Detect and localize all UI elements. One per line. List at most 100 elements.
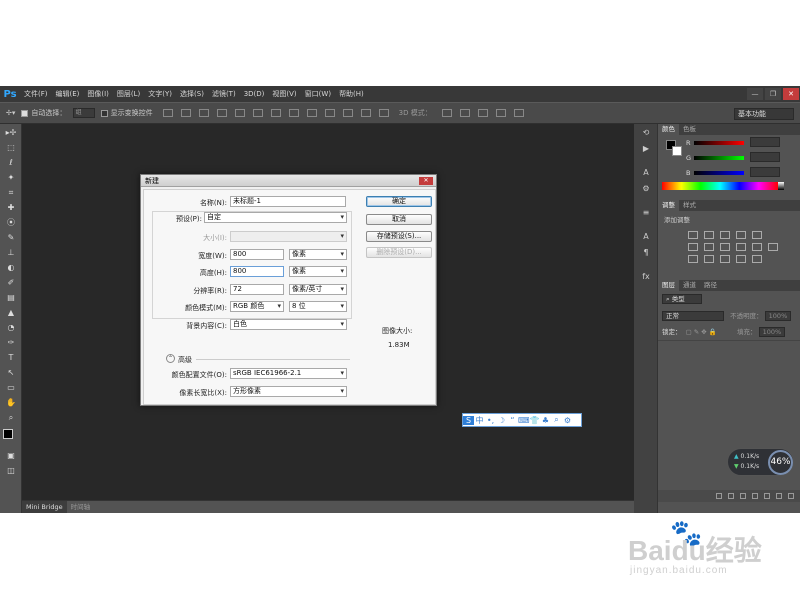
width-input[interactable]: 800 — [230, 249, 284, 260]
invert-icon[interactable] — [688, 255, 698, 263]
crop-tool[interactable]: ⌗ — [4, 187, 18, 199]
quick-mask-button[interactable]: ▣ — [4, 450, 18, 462]
r-value-field[interactable] — [750, 137, 780, 147]
exposure-icon[interactable] — [736, 231, 746, 239]
height-unit-dropdown[interactable]: 像素 — [289, 266, 347, 277]
network-monitor-widget[interactable]: ▲ 0.1K/s ▼ 0.1K/s 46% — [727, 448, 794, 476]
tab-layers[interactable]: 图层 — [658, 280, 679, 291]
dialog-close-button[interactable]: ✕ — [419, 177, 433, 185]
advanced-toggle-icon[interactable]: ⌃ — [166, 354, 175, 363]
ime-skin-icon[interactable]: 👕 — [529, 416, 540, 425]
width-unit-dropdown[interactable]: 像素 — [289, 249, 347, 260]
menu-select[interactable]: 选择(S) — [176, 86, 208, 102]
blend-mode-dropdown[interactable]: 正常 — [662, 311, 724, 321]
color-spectrum[interactable] — [662, 182, 778, 190]
quick-select-tool[interactable]: ✦ — [4, 172, 18, 184]
threshold-icon[interactable] — [720, 255, 730, 263]
move-tool-icon[interactable]: ✢▾ — [6, 109, 15, 117]
healing-brush-tool[interactable]: ⦿ — [4, 217, 18, 229]
preset-dropdown[interactable]: 自定 — [204, 212, 347, 223]
menu-edit[interactable]: 编辑(E) — [52, 86, 84, 102]
menu-window[interactable]: 窗口(W) — [301, 86, 335, 102]
color-mode-dropdown[interactable]: RGB 颜色 — [230, 301, 284, 312]
height-input[interactable]: 800 — [230, 266, 284, 277]
align-vcenter-icon[interactable] — [180, 109, 191, 117]
ok-button[interactable]: 确定 — [366, 196, 432, 207]
lock-icons[interactable]: ▢ ✎ ✥ 🔒 — [686, 328, 717, 336]
eraser-tool[interactable]: ✐ — [4, 277, 18, 289]
black-white-icon[interactable] — [720, 243, 730, 251]
advanced-label[interactable]: 高级 — [178, 355, 192, 365]
selective-color-icon[interactable] — [752, 255, 762, 263]
bg-color-swatch[interactable] — [672, 146, 682, 156]
g-slider[interactable] — [694, 156, 744, 160]
brush-tool[interactable]: ✎ — [4, 232, 18, 244]
menu-image[interactable]: 图像(I) — [83, 86, 113, 102]
gradient-map-icon[interactable] — [736, 255, 746, 263]
color-lookup-icon[interactable] — [768, 243, 778, 251]
pixel-aspect-dropdown[interactable]: 方形像素 — [230, 386, 347, 397]
shape-tool[interactable]: ▭ — [4, 382, 18, 394]
ime-moon-icon[interactable]: ☽ — [496, 416, 507, 425]
r-slider[interactable] — [694, 141, 744, 145]
align-right-icon[interactable] — [252, 109, 263, 117]
brush-panel-icon[interactable]: ≡ — [639, 208, 653, 220]
blur-tool[interactable]: ▲ — [4, 307, 18, 319]
fx-icon[interactable]: fx — [639, 272, 653, 284]
resolution-unit-dropdown[interactable]: 像素/英寸 — [289, 284, 347, 295]
resolution-input[interactable]: 72 — [230, 284, 284, 295]
ime-search-icon[interactable]: ⌕ — [551, 415, 562, 425]
hand-tool[interactable]: ✋ — [4, 397, 18, 409]
add-mask-icon[interactable] — [740, 493, 746, 499]
history-brush-tool[interactable]: ◐ — [4, 262, 18, 274]
new-group-icon[interactable] — [764, 493, 770, 499]
clone-stamp-tool[interactable]: ⊥ — [4, 247, 18, 259]
vibrance-icon[interactable] — [752, 231, 762, 239]
new-adjustment-icon[interactable] — [752, 493, 758, 499]
distribute-left-icon[interactable] — [324, 109, 335, 117]
properties-icon[interactable]: A — [639, 168, 653, 180]
actions-icon[interactable]: ▶ — [639, 144, 653, 156]
slide-3d-icon[interactable] — [495, 109, 506, 117]
align-hcenter-icon[interactable] — [234, 109, 245, 117]
spectrum-black-white[interactable] — [778, 182, 784, 190]
screen-mode-button[interactable]: ◫ — [4, 465, 18, 477]
menu-3d[interactable]: 3D(D) — [240, 86, 269, 102]
curves-icon[interactable] — [720, 231, 730, 239]
new-layer-icon[interactable] — [776, 493, 782, 499]
tab-timeline[interactable]: 时间轴 — [67, 501, 95, 513]
tab-styles[interactable]: 样式 — [679, 200, 700, 211]
roll-3d-icon[interactable] — [459, 109, 470, 117]
tab-adjustments[interactable]: 调整 — [658, 200, 679, 211]
tab-mini-bridge[interactable]: Mini Bridge — [22, 501, 67, 513]
foreground-color[interactable] — [3, 429, 13, 439]
link-layers-icon[interactable] — [716, 493, 722, 499]
eyedropper-tool[interactable]: ✚ — [4, 202, 18, 214]
delete-preset-button[interactable]: 删除预设(D)... — [366, 247, 432, 258]
close-button[interactable]: ✕ — [783, 88, 799, 100]
menu-layer[interactable]: 图层(L) — [113, 86, 144, 102]
lasso-tool[interactable]: ℓ — [4, 157, 18, 169]
photo-filter-icon[interactable] — [736, 243, 746, 251]
auto-select-checkbox[interactable] — [21, 109, 29, 117]
tab-swatches[interactable]: 色板 — [679, 124, 700, 135]
g-value-field[interactable] — [750, 152, 780, 162]
menu-view[interactable]: 视图(V) — [268, 86, 300, 102]
b-slider[interactable] — [694, 171, 744, 175]
tool-presets-icon[interactable]: ⚙ — [639, 184, 653, 196]
dodge-tool[interactable]: ◔ — [4, 322, 18, 334]
bit-depth-dropdown[interactable]: 8 位 — [289, 301, 347, 312]
opacity-field[interactable]: 100% — [764, 311, 791, 321]
align-top-icon[interactable] — [162, 109, 173, 117]
menu-help[interactable]: 帮助(H) — [335, 86, 368, 102]
menu-filter[interactable]: 滤镜(T) — [208, 86, 240, 102]
ime-tools-icon[interactable]: ♣ — [540, 416, 551, 425]
color-balance-icon[interactable] — [704, 243, 714, 251]
brightness-icon[interactable] — [688, 231, 698, 239]
menu-type[interactable]: 文字(Y) — [144, 86, 176, 102]
restore-button[interactable]: ❐ — [765, 88, 781, 100]
ime-lang-icon[interactable]: 中 — [474, 415, 485, 426]
show-transform-checkbox[interactable] — [100, 109, 108, 117]
name-input[interactable]: 未标题-1 — [230, 196, 346, 207]
distribute-hcenter-icon[interactable] — [342, 109, 353, 117]
